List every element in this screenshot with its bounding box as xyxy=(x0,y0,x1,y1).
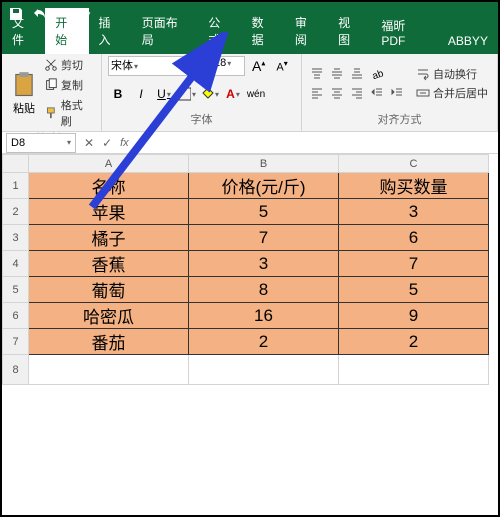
row-header[interactable]: 7 xyxy=(3,329,29,355)
column-header[interactable]: C xyxy=(339,155,489,173)
table-data-cell[interactable]: 2 xyxy=(339,329,489,355)
tab-home[interactable]: 开始 xyxy=(45,8,88,54)
underline-button[interactable]: U▾ xyxy=(154,84,174,104)
table-data-cell[interactable]: 苹果 xyxy=(29,199,189,225)
underline-label: U xyxy=(157,87,166,101)
table-data-cell[interactable]: 香蕉 xyxy=(29,251,189,277)
group-clipboard: 粘贴 剪切 复制 格式刷 剪贴板 xyxy=(2,54,102,131)
align-left-button[interactable] xyxy=(308,85,326,101)
wrap-label: 自动换行 xyxy=(433,66,477,82)
grow-font-button[interactable]: A▴ xyxy=(248,56,269,76)
align-right-button[interactable] xyxy=(348,85,366,101)
namebox-dropdown-icon[interactable]: ▾ xyxy=(67,138,71,147)
table-header-cell[interactable]: 购买数量 xyxy=(339,173,489,199)
group-font: 宋体▾ 18▾ A▴ A▾ B I U▾ ▾ ▾ A▾ wén 字体 xyxy=(102,54,302,131)
paste-label: 粘贴 xyxy=(13,100,35,116)
table-data-cell[interactable]: 橘子 xyxy=(29,225,189,251)
row-header[interactable]: 1 xyxy=(3,173,29,199)
row-header[interactable]: 3 xyxy=(3,225,29,251)
table-data-cell[interactable]: 3 xyxy=(339,199,489,225)
table-data-cell[interactable]: 葡萄 xyxy=(29,277,189,303)
decrease-indent-button[interactable] xyxy=(368,85,386,101)
group-alignment: ab 自动换行 合并后居中 xyxy=(302,54,498,131)
align-top-button[interactable] xyxy=(308,66,326,82)
font-name-value: 宋体 xyxy=(111,60,133,72)
align-middle-button[interactable] xyxy=(328,66,346,82)
row-header[interactable]: 6 xyxy=(3,303,29,329)
fill-color-button[interactable]: ▾ xyxy=(200,84,220,104)
merge-label: 合并后居中 xyxy=(433,85,488,101)
table-header-cell[interactable]: 名称 xyxy=(29,173,189,199)
column-header[interactable]: A xyxy=(29,155,189,173)
table-data-cell[interactable]: 6 xyxy=(339,225,489,251)
table-data-cell[interactable]: 2 xyxy=(189,329,339,355)
align-center-button[interactable] xyxy=(328,85,346,101)
copy-label: 复制 xyxy=(61,77,83,93)
font-color-button[interactable]: A▾ xyxy=(223,84,243,104)
fx-icon[interactable]: fx xyxy=(116,137,133,149)
font-group-label: 字体 xyxy=(108,111,295,129)
table-data-cell[interactable]: 8 xyxy=(189,277,339,303)
select-all-corner[interactable] xyxy=(3,155,29,173)
tab-data[interactable]: 数据 xyxy=(242,8,285,54)
font-size-select[interactable]: 18▾ xyxy=(211,56,245,76)
table-header-cell[interactable]: 价格(元/斤) xyxy=(189,173,339,199)
tab-formula[interactable]: 公式 xyxy=(198,8,241,54)
table-data-cell[interactable]: 7 xyxy=(189,225,339,251)
align-bottom-button[interactable] xyxy=(348,66,366,82)
cancel-formula-icon[interactable]: ✕ xyxy=(80,136,98,150)
border-button[interactable]: ▾ xyxy=(177,84,197,104)
align-group-label: 对齐方式 xyxy=(308,111,491,129)
table-data-cell[interactable]: 9 xyxy=(339,303,489,329)
phonetic-button[interactable]: wén xyxy=(246,84,266,104)
column-header[interactable]: B xyxy=(189,155,339,173)
shrink-font-button[interactable]: A▾ xyxy=(272,57,291,76)
empty-cell[interactable] xyxy=(189,355,339,385)
table-data-cell[interactable]: 5 xyxy=(189,199,339,225)
tab-pdf[interactable]: 福昕PDF xyxy=(371,11,438,54)
svg-text:ab: ab xyxy=(371,68,384,81)
tab-file[interactable]: 文件 xyxy=(2,8,45,54)
row-header[interactable]: 5 xyxy=(3,277,29,303)
tab-insert[interactable]: 插入 xyxy=(89,8,132,54)
formula-input[interactable] xyxy=(133,133,498,153)
bold-button[interactable]: B xyxy=(108,84,128,104)
tab-layout[interactable]: 页面布局 xyxy=(132,8,199,54)
tab-view[interactable]: 视图 xyxy=(328,8,371,54)
table-data-cell[interactable]: 7 xyxy=(339,251,489,277)
italic-button[interactable]: I xyxy=(131,84,151,104)
tab-review[interactable]: 审阅 xyxy=(285,8,328,54)
merge-center-button[interactable]: 合并后居中 xyxy=(416,85,488,101)
ribbon: 粘贴 剪切 复制 格式刷 剪贴板 宋体▾ xyxy=(2,54,498,132)
cut-label: 剪切 xyxy=(61,57,83,73)
row-header[interactable]: 4 xyxy=(3,251,29,277)
format-painter-label: 格式刷 xyxy=(61,97,93,129)
worksheet-grid[interactable]: ABC1名称价格(元/斤)购买数量2苹果533橘子764香蕉375葡萄856哈密… xyxy=(2,154,498,514)
paste-button[interactable]: 粘贴 xyxy=(8,68,40,118)
table-data-cell[interactable]: 番茄 xyxy=(29,329,189,355)
cut-button[interactable]: 剪切 xyxy=(42,56,95,74)
table-data-cell[interactable]: 16 xyxy=(189,303,339,329)
font-name-select[interactable]: 宋体▾ xyxy=(108,56,208,76)
ribbon-tabs: 文件 开始 插入 页面布局 公式 数据 审阅 视图 福昕PDF ABBYY xyxy=(2,26,498,54)
empty-cell[interactable] xyxy=(339,355,489,385)
format-painter-button[interactable]: 格式刷 xyxy=(42,96,95,130)
orientation-button[interactable]: ab xyxy=(368,66,386,82)
font-size-value: 18 xyxy=(214,57,226,69)
name-box[interactable]: D8 ▾ xyxy=(6,133,76,153)
table-data-cell[interactable]: 3 xyxy=(189,251,339,277)
cell-reference: D8 xyxy=(11,137,25,149)
table-data-cell[interactable]: 5 xyxy=(339,277,489,303)
enter-formula-icon[interactable]: ✓ xyxy=(98,136,116,150)
row-header[interactable]: 8 xyxy=(3,355,29,385)
empty-cell[interactable] xyxy=(29,355,189,385)
table-data-cell[interactable]: 哈密瓜 xyxy=(29,303,189,329)
tab-abbyy[interactable]: ABBYY xyxy=(438,28,498,54)
wrap-text-button[interactable]: 自动换行 xyxy=(416,66,488,82)
copy-button[interactable]: 复制 xyxy=(42,76,95,94)
increase-indent-button[interactable] xyxy=(388,85,406,101)
row-header[interactable]: 2 xyxy=(3,199,29,225)
